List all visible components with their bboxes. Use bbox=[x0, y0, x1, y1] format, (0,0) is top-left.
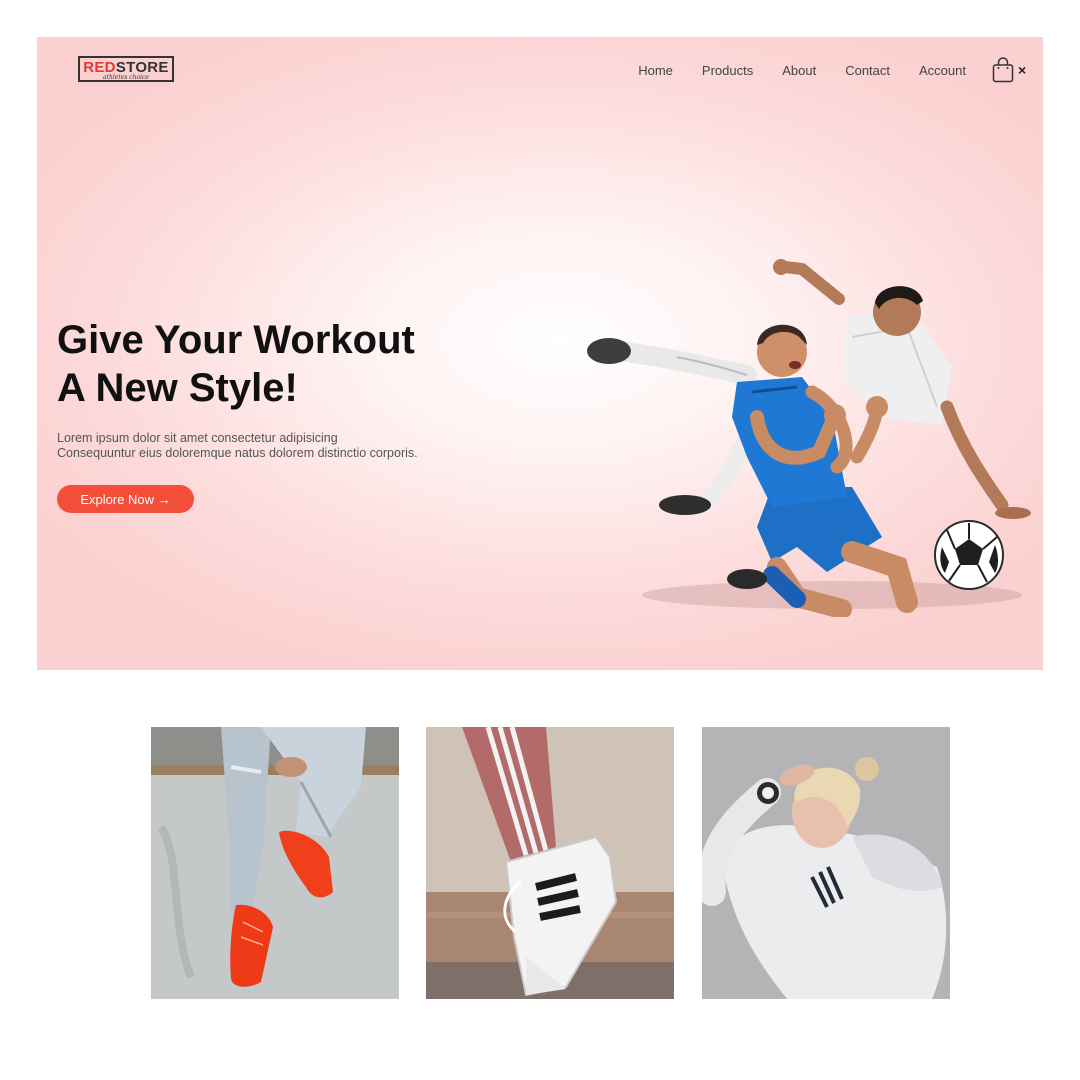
nav-about[interactable]: About bbox=[782, 63, 816, 78]
orange-sneakers-image bbox=[151, 727, 399, 999]
shopping-bag-icon[interactable] bbox=[992, 57, 1014, 83]
hero-section: REDSTORE athletes choice Home Products A… bbox=[37, 37, 1043, 670]
category-card-hoodie[interactable] bbox=[702, 727, 950, 999]
explore-now-button[interactable]: Explore Now → bbox=[57, 485, 194, 513]
category-card-striped-sneaker[interactable] bbox=[426, 727, 674, 999]
brand-tagline: athletes choice bbox=[103, 74, 149, 81]
hero-title-line2: A New Style! bbox=[57, 366, 298, 410]
striped-sneaker-image bbox=[426, 727, 674, 999]
hero-description: Lorem ipsum dolor sit amet consectetur a… bbox=[57, 431, 477, 461]
football-players-image bbox=[587, 259, 1031, 617]
hero-title-line1: Give Your Workout bbox=[57, 318, 415, 362]
brand-logo[interactable]: REDSTORE athletes choice bbox=[78, 56, 174, 82]
white-hoodie-woman-image bbox=[702, 727, 950, 999]
hero-title: Give Your Workout A New Style! bbox=[57, 316, 415, 412]
hero-text-line1: Lorem ipsum dolor sit amet consectetur a… bbox=[57, 431, 338, 445]
nav-home[interactable]: Home bbox=[638, 63, 673, 78]
nav-products[interactable]: Products bbox=[702, 63, 753, 78]
nav-account[interactable]: Account bbox=[919, 63, 966, 78]
category-card-sneakers[interactable] bbox=[151, 727, 399, 999]
hero-text-line2: Consequuntur eius doloremque natus dolor… bbox=[57, 446, 418, 460]
close-icon[interactable]: × bbox=[1018, 62, 1026, 78]
nav-contact[interactable]: Contact bbox=[845, 63, 890, 78]
main-nav: Home Products About Contact Account bbox=[638, 63, 966, 78]
